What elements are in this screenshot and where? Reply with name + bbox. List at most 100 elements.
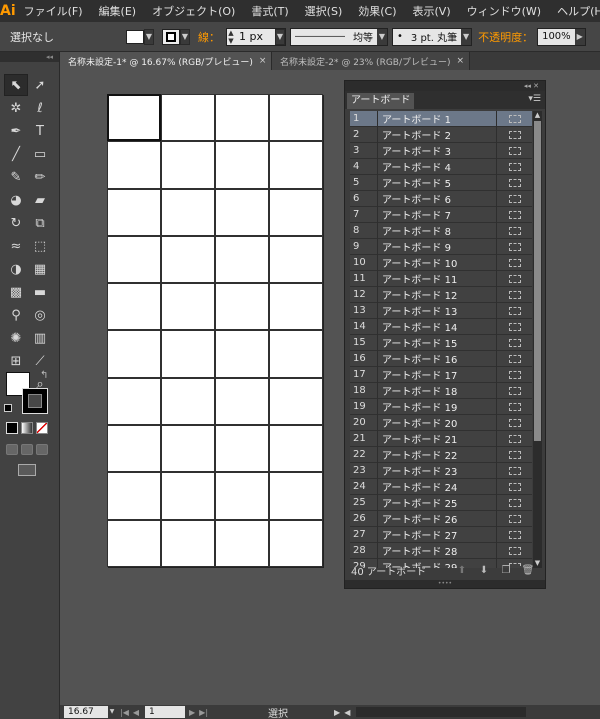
list-item[interactable]: 17 アートボード 17 — [350, 366, 532, 383]
list-item[interactable]: 12 アートボード 12 — [350, 286, 532, 303]
menu-type[interactable]: 書式(T) — [243, 3, 296, 19]
artboard-options-icon[interactable] — [496, 526, 532, 543]
artboard[interactable] — [269, 377, 323, 426]
artboard-options-icon[interactable] — [496, 174, 532, 191]
artboard-name[interactable]: アートボード 3 — [378, 143, 496, 158]
artboard[interactable] — [107, 472, 161, 520]
line-tool-icon[interactable]: ╱ — [4, 143, 28, 165]
list-item[interactable]: 16 アートボード 16 — [350, 350, 532, 367]
panel-menu-icon[interactable]: ▾☰ — [528, 94, 541, 104]
artboard-name[interactable]: アートボード 5 — [378, 175, 496, 190]
list-item[interactable]: 21 アートボード 21 — [350, 430, 532, 447]
selection-tool-icon[interactable]: ⬉ — [4, 74, 28, 96]
artboard-options-icon[interactable] — [496, 238, 532, 255]
panel-title[interactable]: アートボード — [347, 93, 415, 109]
swap-colors-icon[interactable]: ↰ — [40, 370, 48, 381]
scroll-up-icon[interactable]: ▲ — [533, 111, 542, 120]
list-item[interactable]: 11 アートボード 11 — [350, 270, 532, 287]
artboard[interactable] — [215, 94, 269, 142]
artboard-name[interactable]: アートボード 18 — [378, 383, 496, 398]
artboard[interactable] — [215, 330, 269, 378]
list-item[interactable]: 24 アートボード 24 — [350, 478, 532, 495]
list-item[interactable]: 13 アートボード 13 — [350, 302, 532, 319]
list-item[interactable]: 25 アートボード 25 — [350, 494, 532, 511]
eyedropper-tool-icon[interactable]: ⚲ — [4, 304, 28, 326]
artboard-name[interactable]: アートボード 27 — [378, 527, 496, 542]
tools-collapse-icon[interactable]: ◂◂ — [0, 52, 59, 62]
brush-select[interactable]: • 3 pt. 丸筆 ▼ — [392, 27, 473, 46]
artboard[interactable] — [161, 330, 215, 378]
list-item[interactable]: 28 アートボード 28 — [350, 542, 532, 559]
menu-object[interactable]: オブジェクト(O) — [144, 3, 243, 19]
artboard[interactable] — [161, 235, 215, 284]
artboard[interactable] — [161, 188, 215, 236]
artboard-name[interactable]: アートボード 2 — [378, 127, 496, 142]
list-item[interactable]: 19 アートボード 19 — [350, 398, 532, 415]
blob-brush-tool-icon[interactable]: ◕ — [4, 189, 28, 211]
artboard-options-icon[interactable] — [496, 111, 532, 127]
artboard-options-icon[interactable] — [496, 126, 532, 143]
gradient-tool-icon[interactable]: ▬ — [28, 281, 52, 303]
artboard-name[interactable]: アートボード 25 — [378, 495, 496, 510]
artboard-name[interactable]: アートボード 12 — [378, 287, 496, 302]
column-graph-tool-icon[interactable]: ▥ — [28, 327, 52, 349]
artboard-name[interactable]: アートボード 13 — [378, 303, 496, 318]
artboard-name[interactable]: アートボード 8 — [378, 223, 496, 238]
eraser-tool-icon[interactable]: ▰ — [28, 189, 52, 211]
new-artboard-icon[interactable]: ❐ — [499, 565, 513, 576]
menu-window[interactable]: ウィンドウ(W) — [459, 3, 549, 19]
tab-document-1[interactable]: 名称未設定-1* @ 16.67% (RGB/プレビュー) × — [60, 52, 272, 70]
artboard[interactable] — [269, 235, 323, 284]
artboard[interactable] — [215, 283, 269, 331]
artboard[interactable] — [269, 94, 323, 142]
artboard[interactable] — [161, 283, 215, 331]
list-item[interactable]: 7 アートボード 7 — [350, 206, 532, 223]
list-item[interactable]: 8 アートボード 8 — [350, 222, 532, 239]
horizontal-scrollbar[interactable] — [356, 707, 527, 717]
stroke-stepper-icon[interactable]: ▲ ▼ — [227, 29, 235, 45]
artboard-name[interactable]: アートボード 24 — [378, 479, 496, 494]
panel-collapse-icon[interactable]: ◂◂ ✕ — [345, 81, 545, 91]
menu-file[interactable]: ファイル(F) — [16, 3, 91, 19]
artboard-options-icon[interactable] — [496, 318, 532, 335]
list-item[interactable]: 9 アートボード 9 — [350, 238, 532, 255]
opacity-field[interactable]: 100% ▶ — [537, 27, 586, 46]
artboard-options-icon[interactable] — [496, 446, 532, 463]
list-item[interactable]: 5 アートボード 5 — [350, 174, 532, 191]
delete-artboard-icon[interactable]: 🗑 — [521, 565, 535, 576]
artboard-options-icon[interactable] — [496, 206, 532, 223]
close-icon[interactable]: × — [451, 56, 465, 66]
artboard[interactable] — [215, 519, 269, 567]
direct-selection-tool-icon[interactable]: ➚ — [28, 74, 52, 96]
artboard[interactable] — [215, 425, 269, 473]
zoom-field[interactable]: 16.67 — [64, 706, 108, 718]
artboard[interactable] — [215, 188, 269, 236]
none-mode-icon[interactable] — [36, 422, 48, 434]
artboard-tool-icon[interactable]: ⊞ — [4, 350, 28, 372]
artboard[interactable] — [161, 519, 215, 567]
mesh-tool-icon[interactable]: ▩ — [4, 281, 28, 303]
list-item[interactable]: 2 アートボード 2 — [350, 126, 532, 143]
list-item[interactable]: 27 アートボード 27 — [350, 526, 532, 543]
rotate-tool-icon[interactable]: ↻ — [4, 212, 28, 234]
artboard[interactable] — [269, 188, 323, 236]
artboard-options-icon[interactable] — [496, 414, 532, 431]
menu-help[interactable]: ヘルプ(H) — [549, 3, 600, 19]
list-item[interactable]: 26 アートボード 26 — [350, 510, 532, 527]
artboard-options-icon[interactable] — [496, 302, 532, 319]
artboard-name[interactable]: アートボード 6 — [378, 191, 496, 206]
artboard-name[interactable]: アートボード 10 — [378, 255, 496, 270]
prev-artboard-icon[interactable]: ◀ — [133, 708, 139, 717]
perspective-grid-tool-icon[interactable]: ▦ — [28, 258, 52, 280]
list-item[interactable]: 3 アートボード 3 — [350, 142, 532, 159]
symbol-sprayer-tool-icon[interactable]: ✺ — [4, 327, 28, 349]
stroke-weight-field[interactable]: ▲ ▼ 1 px ▼ — [226, 27, 286, 46]
artboard-name[interactable]: アートボード 4 — [378, 159, 496, 174]
menu-edit[interactable]: 編集(E) — [91, 3, 145, 19]
artboard-number-field[interactable]: 1 — [145, 706, 186, 718]
artboard-name[interactable]: アートボード 14 — [378, 319, 496, 334]
scroll-left-icon[interactable]: ◀ — [344, 708, 350, 717]
artboard-name[interactable]: アートボード 11 — [378, 271, 496, 286]
list-item[interactable]: 14 アートボード 14 — [350, 318, 532, 335]
draw-behind-icon[interactable] — [21, 444, 33, 455]
